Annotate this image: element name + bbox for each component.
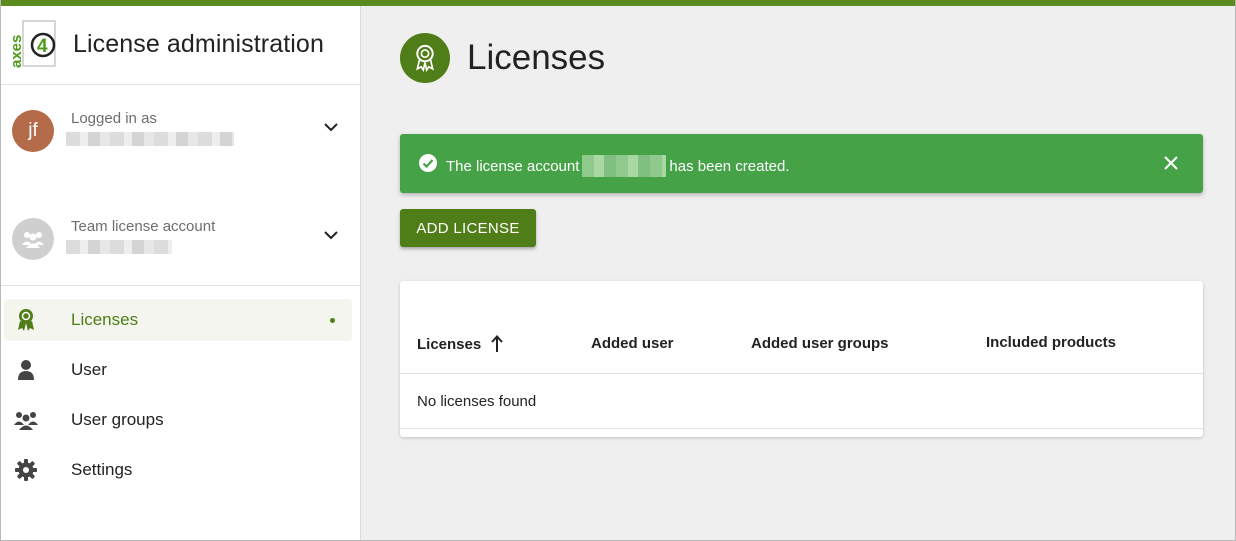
column-header-added-user-groups[interactable]: Added user groups	[751, 335, 889, 352]
svg-text:4: 4	[37, 36, 48, 57]
user-icon	[14, 358, 38, 382]
column-header-included-products[interactable]: Included products	[986, 334, 1116, 351]
close-icon[interactable]	[1162, 154, 1180, 172]
sidebar-item-user[interactable]: User	[4, 349, 352, 391]
active-indicator-dot	[330, 318, 335, 323]
check-circle-icon	[418, 153, 438, 173]
empty-table-message: No licenses found	[417, 393, 537, 410]
sidebar-item-label: User groups	[71, 410, 164, 429]
award-icon	[14, 308, 38, 332]
redacted-team-name	[66, 240, 172, 254]
alert-message: The license account has been created.	[446, 155, 790, 177]
brand-header: axes 4 License administration	[0, 6, 360, 85]
redacted-account-name	[582, 155, 667, 177]
column-header-licenses[interactable]: Licenses	[417, 335, 503, 353]
team-avatar-icon	[12, 218, 54, 260]
column-header-label: Licenses	[417, 335, 482, 353]
team-account-label: Team license account	[71, 218, 216, 235]
add-license-button[interactable]: ADD LICENSE	[400, 209, 536, 247]
table-footer-divider	[400, 428, 1203, 429]
success-alert: The license account has been created.	[400, 134, 1203, 193]
sidebar-item-settings[interactable]: Settings	[4, 449, 352, 491]
gear-icon	[14, 458, 38, 482]
chevron-down-icon[interactable]	[322, 118, 340, 136]
sidebar: axes 4 License administration jf Logged …	[0, 6, 361, 541]
page-title: Licenses	[467, 38, 606, 77]
sidebar-item-label: Licenses	[71, 310, 139, 329]
redacted-username	[66, 132, 234, 146]
sidebar-item-label: Settings	[71, 460, 133, 479]
logged-in-label: Logged in as	[71, 110, 157, 127]
sidebar-item-licenses[interactable]: Licenses	[4, 299, 352, 341]
axes4-logo: axes 4	[8, 18, 58, 70]
sidebar-divider	[0, 285, 360, 286]
chevron-down-icon[interactable]	[322, 226, 340, 244]
sidebar-nav: Licenses User User groups Settings	[4, 299, 352, 499]
alert-text-before: The license account	[446, 157, 580, 175]
team-license-account[interactable]: Team license account	[0, 206, 360, 306]
alert-text-after: has been created.	[669, 157, 790, 175]
sidebar-item-label: User	[71, 360, 107, 379]
app-title: License administration	[73, 30, 324, 58]
user-avatar: jf	[12, 110, 54, 152]
licenses-table: Licenses Added user Added user groups In…	[400, 281, 1203, 437]
sidebar-item-user-groups[interactable]: User groups	[4, 399, 352, 441]
svg-text:axes: axes	[10, 35, 25, 68]
user-groups-icon	[14, 408, 38, 432]
logged-in-account[interactable]: jf Logged in as	[0, 98, 360, 198]
sort-ascending-icon[interactable]	[491, 335, 503, 353]
table-header-divider	[400, 373, 1203, 374]
column-header-added-user[interactable]: Added user	[591, 335, 674, 352]
award-icon	[400, 33, 450, 83]
